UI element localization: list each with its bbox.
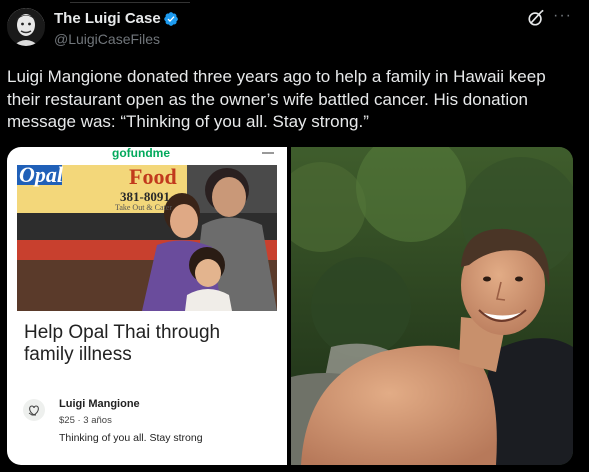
author-avatar[interactable] xyxy=(7,8,45,46)
donor-name: Luigi Mangione xyxy=(59,398,140,410)
selfie-photo[interactable] xyxy=(291,147,573,465)
grok-icon[interactable] xyxy=(527,9,545,27)
campaign-photo: Opal Food 381-8091 Take Out & Cater xyxy=(17,165,277,311)
sign-opal: Opal xyxy=(19,165,63,187)
previous-tweet-fragment xyxy=(0,0,589,6)
more-icon[interactable]: ··· xyxy=(553,8,575,28)
sign-food: Food xyxy=(129,165,177,189)
donor-message: Thinking of you all. Stay strong xyxy=(59,432,203,444)
verified-badge-icon xyxy=(164,12,178,26)
donation-heart-icon xyxy=(23,399,45,421)
donor-amount: $25 · 3 años xyxy=(59,415,112,426)
author-name[interactable]: The Luigi Case xyxy=(54,10,161,27)
tweet-media[interactable]: gofundme Opal Food 381-8091 Take Out & C… xyxy=(7,147,573,465)
gofundme-screenshot[interactable]: gofundme Opal Food 381-8091 Take Out & C… xyxy=(7,147,287,465)
campaign-title: Help Opal Thai through family illness xyxy=(24,322,221,365)
sign-subtitle: Take Out & Cater xyxy=(115,203,172,212)
gofundme-logo: gofundme xyxy=(112,147,170,160)
author-handle[interactable]: @LuigiCaseFiles xyxy=(54,31,160,47)
tweet-text: Luigi Mangione donated three years ago t… xyxy=(7,67,546,131)
menu-bar-icon xyxy=(262,152,274,154)
